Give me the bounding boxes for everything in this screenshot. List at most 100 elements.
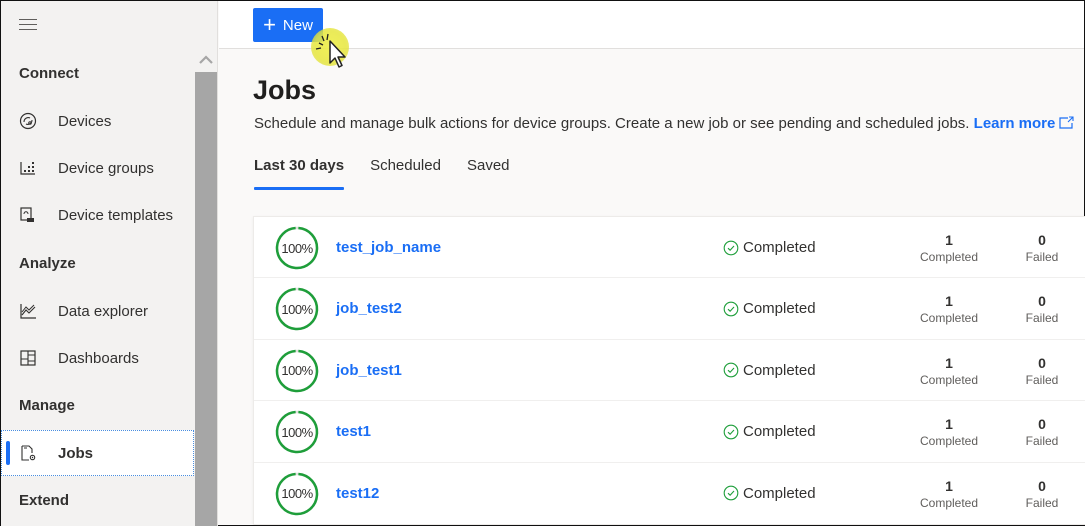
- sidebar-item-label: Device templates: [58, 206, 174, 224]
- progress-percent: 100%: [281, 424, 313, 440]
- jobs-icon: [19, 444, 37, 462]
- failed-count-value: 0: [1038, 354, 1046, 371]
- section-title-manage: Manage: [19, 397, 75, 414]
- failed-count: 0 Failed: [1019, 477, 1065, 511]
- job-row[interactable]: 100% test_job_name Completed 1 Completed…: [254, 217, 1085, 279]
- job-row[interactable]: 100% test12 Completed 1 Completed 0 Fail…: [254, 463, 1085, 524]
- completed-count-label: Completed: [919, 250, 979, 264]
- failed-count-value: 0: [1038, 477, 1046, 494]
- progress-ring: 100%: [275, 226, 319, 270]
- status-text: Completed: [743, 239, 816, 256]
- hamburger-menu-icon[interactable]: [19, 19, 37, 33]
- progress-ring: 100%: [275, 472, 319, 516]
- tab-saved[interactable]: Saved: [467, 157, 510, 190]
- plus-icon: +: [263, 12, 276, 37]
- check-circle-icon: [723, 362, 739, 378]
- job-status: Completed: [723, 362, 816, 379]
- completed-count-label: Completed: [919, 495, 979, 510]
- sidebar-item-label: Data explorer: [58, 302, 149, 320]
- job-status: Completed: [723, 485, 816, 502]
- completed-count-label: Completed: [919, 372, 979, 387]
- sidebar-item-devices[interactable]: Devices: [1, 98, 194, 144]
- sidebar-item-device-groups[interactable]: Device groups: [1, 145, 194, 191]
- tab-last-30-days[interactable]: Last 30 days: [254, 157, 345, 190]
- progress-percent: 100%: [281, 301, 313, 317]
- job-name-link[interactable]: test12: [336, 485, 379, 502]
- devices-icon: [19, 112, 37, 130]
- sidebar-scrollbar[interactable]: [194, 46, 218, 526]
- job-status: Completed: [723, 423, 816, 440]
- device-templates-icon: [19, 206, 37, 224]
- section-title-analyze: Analyze: [19, 255, 76, 272]
- failed-count-value: 0: [1038, 293, 1046, 310]
- description-text: Schedule and manage bulk actions for dev…: [254, 115, 970, 132]
- progress-percent: 100%: [281, 486, 313, 502]
- status-text: Completed: [743, 300, 816, 318]
- section-title-connect: Connect: [19, 65, 79, 82]
- failed-count-label: Failed: [1025, 495, 1059, 510]
- scrollbar-thumb[interactable]: [195, 72, 217, 526]
- device-groups-icon: [19, 159, 37, 177]
- sidebar-item-dashboards[interactable]: Dashboards: [1, 335, 194, 381]
- completed-count-label: Completed: [919, 434, 979, 449]
- failed-count: 0 Failed: [1019, 292, 1065, 326]
- completed-count-value: 1: [945, 416, 953, 433]
- failed-count-value: 0: [1038, 416, 1046, 433]
- progress-ring: 100%: [275, 410, 319, 454]
- failed-count: 0 Failed: [1019, 231, 1065, 265]
- sidebar-item-label: Jobs: [58, 444, 94, 462]
- completed-count-value: 1: [945, 232, 953, 248]
- failed-count: 0 Failed: [1019, 354, 1065, 388]
- job-name-link[interactable]: test_job_name: [336, 239, 441, 256]
- failed-count-label: Failed: [1025, 250, 1059, 264]
- data-explorer-icon: [19, 302, 37, 320]
- jobs-tabs: Last 30 days Scheduled Saved: [254, 157, 536, 190]
- page-title: Jobs: [253, 75, 317, 105]
- active-indicator: [6, 441, 10, 465]
- sidebar-item-data-explorer[interactable]: Data explorer: [1, 288, 194, 334]
- status-text: Completed: [743, 484, 816, 502]
- learn-more-label: Learn more: [973, 115, 1056, 132]
- sidebar-item-label: Device groups: [58, 159, 154, 177]
- sidebar-item-jobs[interactable]: Jobs: [1, 430, 194, 476]
- tab-scheduled[interactable]: Scheduled: [370, 157, 441, 190]
- sidebar: Connect Devices Device groups Device tem…: [1, 1, 218, 526]
- status-text: Completed: [743, 361, 816, 379]
- completed-count: 1 Completed: [914, 354, 984, 388]
- failed-count-label: Failed: [1025, 311, 1059, 326]
- completed-count-value: 1: [945, 354, 953, 371]
- job-name-link[interactable]: job_test2: [336, 300, 402, 317]
- failed-count: 0 Failed: [1019, 415, 1065, 449]
- job-row[interactable]: 100% job_test1 Completed 1 Completed 0 F…: [254, 340, 1085, 402]
- sidebar-item-label: Devices: [58, 112, 112, 130]
- job-status: Completed: [723, 239, 816, 256]
- completed-count-label: Completed: [919, 311, 979, 326]
- sidebar-item-label: Dashboards: [58, 349, 139, 367]
- progress-percent: 100%: [281, 240, 313, 256]
- completed-count-value: 1: [945, 293, 953, 310]
- failed-count-label: Failed: [1025, 434, 1059, 449]
- progress-ring: 100%: [275, 287, 319, 331]
- job-name-link[interactable]: job_test1: [336, 362, 402, 379]
- section-title-extend: Extend: [19, 492, 70, 509]
- command-bar: + New: [219, 1, 1084, 49]
- external-link-icon: [1059, 116, 1074, 129]
- new-button-label: New: [282, 16, 313, 34]
- new-job-button[interactable]: + New: [253, 8, 323, 42]
- check-circle-icon: [723, 485, 739, 501]
- learn-more-link[interactable]: Learn more: [974, 115, 1075, 132]
- completed-count: 1 Completed: [914, 477, 984, 511]
- job-name-link[interactable]: test1: [336, 423, 371, 440]
- sidebar-item-device-templates[interactable]: Device templates: [1, 192, 194, 238]
- chevron-up-icon: [199, 54, 213, 64]
- progress-ring: 100%: [275, 349, 319, 393]
- job-row[interactable]: 100% test1 Completed 1 Completed 0 Faile…: [254, 401, 1085, 463]
- dashboards-icon: [19, 349, 37, 367]
- check-circle-icon: [723, 240, 739, 256]
- failed-count-value: 0: [1038, 232, 1046, 248]
- check-circle-icon: [723, 301, 739, 317]
- completed-count: 1 Completed: [914, 231, 984, 265]
- job-row[interactable]: 100% job_test2 Completed 1 Completed 0 F…: [254, 278, 1085, 340]
- check-circle-icon: [723, 424, 739, 440]
- scroll-up-button[interactable]: [194, 46, 218, 72]
